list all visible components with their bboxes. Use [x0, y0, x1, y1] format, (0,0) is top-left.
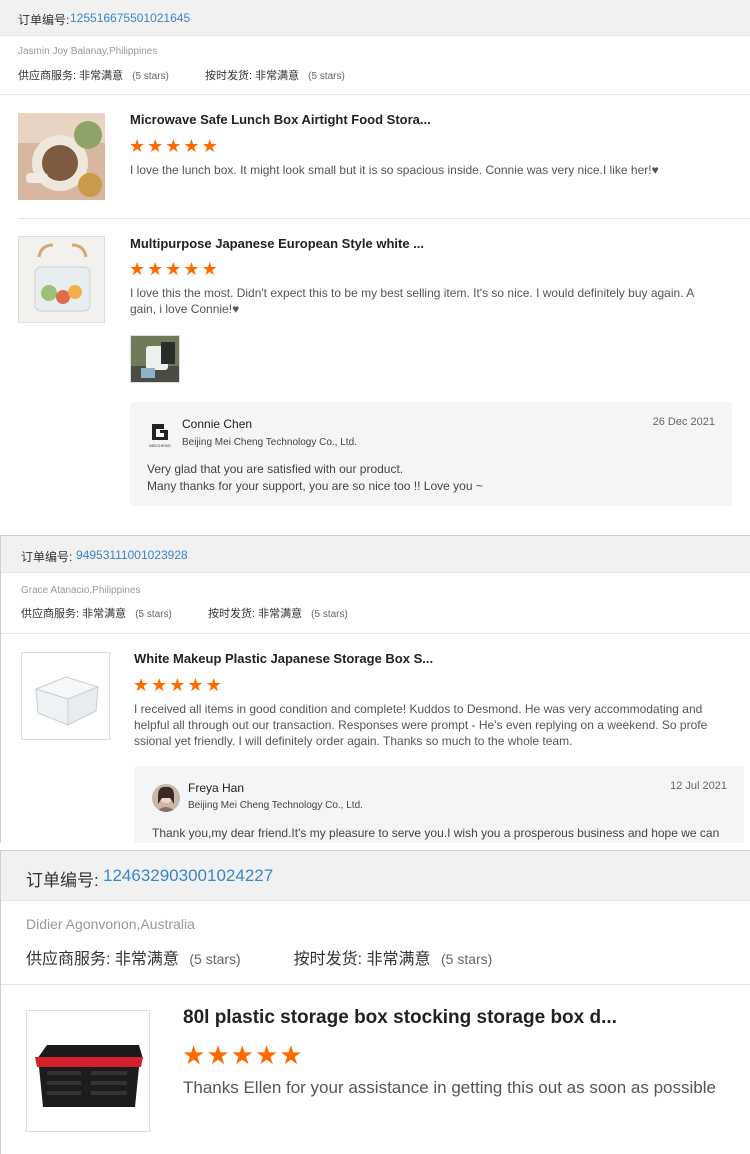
review-photo[interactable]	[130, 335, 180, 383]
seller-reply: MEICHENG Connie Chen Beijing Mei Cheng T…	[130, 402, 732, 506]
supplier-rating: 供应商服务: 非常满意 (5 stars) 按时发货: 非常满意 (5 star…	[21, 605, 348, 621]
order-number-label: 订单编号:	[21, 550, 73, 564]
star-icon: ★	[147, 259, 164, 279]
supplier-service-label: 供应商服务:	[18, 70, 77, 82]
shipping-stars: (5 stars)	[441, 951, 493, 967]
shipping-value: 非常满意	[366, 951, 431, 968]
order-block-2: 订单编号: 94953111001023928 Grace Atanacio,P…	[0, 535, 750, 843]
star-icon: ★	[151, 675, 168, 695]
shipping-value: 非常满意	[255, 70, 300, 82]
supplier-service-stars: (5 stars)	[189, 951, 241, 967]
order-header: 订单编号: 94953111001023928	[1, 536, 750, 573]
order-number-link[interactable]: 124632903001024227	[103, 866, 273, 886]
star-icon: ★	[133, 675, 150, 695]
supplier-service-stars: (5 stars)	[135, 609, 172, 620]
star-icon: ★	[183, 136, 200, 156]
buyer-name: Jasmin Joy Balanay,Philippines	[18, 46, 158, 57]
shipping-label: 按时发货:	[207, 608, 256, 620]
supplier-service-label: 供应商服务:	[26, 951, 111, 968]
star-icon: ★	[165, 259, 182, 279]
star-icon: ★	[183, 259, 200, 279]
shipping-stars: (5 stars)	[308, 71, 345, 82]
supplier-rating: 供应商服务: 非常满意 (5 stars) 按时发货: 非常满意 (5 star…	[18, 67, 345, 83]
buyer-name: Didier Agonvonon,Australia	[26, 916, 195, 932]
reply-date: 12 Jul 2021	[670, 780, 727, 792]
meicheng-logo-icon: MEICHENG	[146, 420, 174, 448]
reply-company: Beijing Mei Cheng Technology Co., Ltd.	[182, 437, 357, 448]
reply-company: Beijing Mei Cheng Technology Co., Ltd.	[188, 800, 363, 811]
product-title[interactable]: Multipurpose Japanese European Style whi…	[130, 236, 424, 251]
star-icon: ★	[279, 1040, 303, 1070]
review-text: I received all items in good condition a…	[134, 702, 708, 749]
product-thumbnail-lunch-box[interactable]	[18, 113, 105, 200]
shipping-value: 非常满意	[258, 608, 303, 620]
svg-text:MEICHENG: MEICHENG	[149, 443, 171, 448]
product-thumbnail-crate[interactable]	[26, 1010, 150, 1132]
supplier-rating: 供应商服务: 非常满意 (5 stars) 按时发货: 非常满意 (5 star…	[26, 945, 492, 969]
review-text: I love this the most. Didn't expect this…	[130, 286, 694, 317]
buyer-name: Grace Atanacio,Philippines	[21, 585, 141, 596]
review-text: I love the lunch box. It might look smal…	[130, 163, 659, 177]
order-header: 订单编号: 124632903001024227	[1, 851, 750, 901]
product-stars: ★ ★ ★ ★ ★	[182, 1042, 303, 1068]
order-number-link[interactable]: 94953111001023928	[76, 548, 188, 562]
star-icon: ★	[129, 136, 146, 156]
product-title[interactable]: Microwave Safe Lunch Box Airtight Food S…	[130, 112, 431, 127]
reply-text-line: Many thanks for your support, you are so…	[147, 478, 483, 493]
divider	[0, 94, 750, 95]
star-icon: ★	[187, 675, 204, 695]
supplier-service-value: 非常满意	[114, 951, 179, 968]
reply-text-line: Very glad that you are satisfied with ou…	[147, 462, 404, 476]
supplier-service-label: 供应商服务:	[21, 608, 80, 620]
order-number-label: 订单编号:	[26, 871, 99, 890]
shipping-label: 按时发货:	[204, 70, 253, 82]
star-icon: ★	[254, 1040, 279, 1070]
supplier-service-stars: (5 stars)	[132, 71, 169, 82]
product-thumbnail-storage-box[interactable]	[21, 652, 110, 740]
order-header: 订单编号: 125516675501021645	[0, 0, 750, 36]
order-block-1: 订单编号: 125516675501021645 Jasmin Joy Bala…	[0, 0, 750, 528]
avatar-icon	[152, 784, 180, 812]
star-icon: ★	[201, 259, 218, 279]
reply-text: Thank you,my dear friend.It's my pleasur…	[152, 825, 742, 842]
product-title[interactable]: White Makeup Plastic Japanese Storage Bo…	[134, 651, 433, 666]
product-stars: ★ ★ ★ ★ ★	[129, 260, 218, 278]
product-thumbnail-basket[interactable]	[18, 236, 105, 323]
reply-author-name: Freya Han	[188, 781, 245, 795]
product-stars: ★ ★ ★ ★ ★	[133, 676, 222, 694]
reply-date: 26 Dec 2021	[652, 416, 715, 428]
product-stars: ★ ★ ★ ★ ★	[129, 137, 218, 155]
supplier-service-value: 非常满意	[82, 608, 127, 620]
review-text: Thanks Ellen for your assistance in gett…	[183, 1078, 716, 1097]
divider	[18, 218, 750, 219]
reply-text-line: Thank you,my dear friend.It's my pleasur…	[152, 826, 720, 840]
star-icon: ★	[147, 136, 164, 156]
star-icon: ★	[206, 1040, 230, 1070]
reply-text: Very glad that you are satisfied with ou…	[147, 461, 717, 495]
product-title[interactable]: 80l plastic storage box stocking storage…	[183, 1007, 617, 1029]
star-icon: ★	[201, 136, 218, 156]
seller-reply: Freya Han Beijing Mei Cheng Technology C…	[134, 766, 744, 843]
shipping-stars: (5 stars)	[311, 609, 348, 620]
star-icon: ★	[182, 1040, 206, 1070]
supplier-service-value: 非常满意	[79, 70, 124, 82]
order-number-label: 订单编号:	[18, 13, 70, 27]
star-icon: ★	[129, 259, 146, 279]
order-block-3: 订单编号: 124632903001024227 Didier Agonvono…	[0, 850, 750, 1154]
star-icon: ★	[230, 1040, 254, 1070]
order-number-link[interactable]: 125516675501021645	[70, 11, 190, 25]
shipping-label: 按时发货:	[293, 951, 363, 968]
star-icon: ★	[169, 675, 186, 695]
star-icon: ★	[205, 675, 222, 695]
divider	[1, 984, 750, 985]
star-icon: ★	[165, 136, 182, 156]
reply-author-name: Connie Chen	[182, 417, 253, 431]
divider	[1, 633, 750, 634]
